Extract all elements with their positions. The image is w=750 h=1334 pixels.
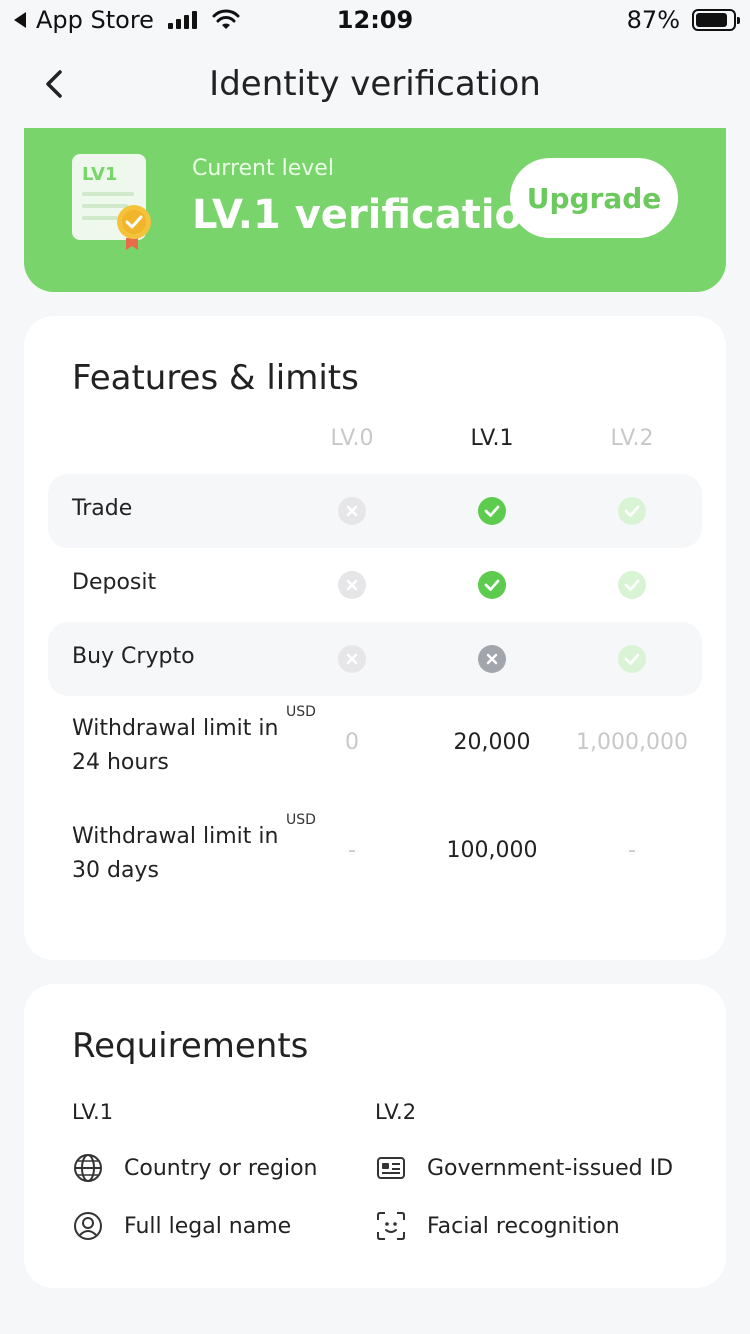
limit-value-lv2: - (628, 838, 636, 863)
user-circle-icon (74, 1212, 102, 1240)
current-level-label: Current level (192, 156, 334, 181)
upgrade-button[interactable]: Upgrade (510, 158, 678, 238)
cross-circle-icon (338, 571, 366, 599)
page-title: Identity verification (209, 64, 541, 104)
feature-cell-lv0 (282, 474, 422, 548)
features-title: Features & limits (72, 358, 359, 398)
requirements-title: Requirements (72, 1026, 309, 1066)
requirements-lv1-heading: LV.1 (72, 1100, 114, 1124)
badge-text: LV1 (82, 164, 117, 185)
feature-cell-lv2 (562, 622, 702, 696)
limit-row-24h: Withdrawal limit in 24 hours USD 0 20,00… (48, 704, 702, 792)
limit-row-30d: Withdrawal limit in 30 days USD - 100,00… (48, 812, 702, 900)
requirements-lv2-heading: LV.2 (375, 1100, 417, 1124)
requirement-name: Full legal name (72, 1210, 291, 1242)
feature-row: Trade (48, 474, 702, 548)
cross-circle-icon (338, 497, 366, 525)
limit-value-lv0: - (348, 838, 356, 863)
feature-cell-lv1 (422, 622, 562, 696)
limit-value-lv2: 1,000,000 (576, 730, 688, 755)
current-level-card: LV1 Current level LV.1 verification Upgr… (24, 128, 726, 292)
level-certificate-icon: LV1 (72, 154, 151, 250)
requirement-label: Government-issued ID (427, 1155, 674, 1181)
feature-label: Deposit (72, 570, 157, 595)
limit-value-lv1: 100,000 (446, 838, 538, 863)
feature-cell-lv0 (282, 548, 422, 622)
battery-icon (692, 9, 740, 31)
check-circle-icon (618, 497, 646, 525)
feature-label: Trade (72, 496, 133, 521)
feature-cell-lv0 (282, 622, 422, 696)
limit-unit: USD (286, 704, 316, 720)
feature-cell-lv1 (422, 474, 562, 548)
column-header-lv2: LV.2 (610, 426, 654, 451)
limit-value-lv0: 0 (345, 730, 359, 755)
limit-label: Withdrawal limit in 24 hours (72, 716, 279, 775)
requirement-label: Full legal name (124, 1213, 292, 1239)
feature-cell-lv1 (422, 548, 562, 622)
requirement-country: Country or region (72, 1152, 317, 1184)
check-circle-icon (618, 571, 646, 599)
feature-cell-lv2 (562, 474, 702, 548)
globe-icon (74, 1154, 102, 1182)
id-card-icon (377, 1157, 405, 1179)
current-level-value: LV.1 verification (192, 192, 551, 238)
check-circle-icon (478, 571, 506, 599)
feature-cell-lv2 (562, 548, 702, 622)
face-scan-icon (377, 1212, 405, 1240)
requirement-label: Facial recognition (427, 1213, 620, 1239)
status-bar: App Store 12:09 87% (0, 0, 750, 40)
check-circle-icon (618, 645, 646, 673)
cross-circle-icon (338, 645, 366, 673)
feature-label: Buy Crypto (72, 644, 195, 669)
cross-circle-icon (478, 645, 506, 673)
column-header-lv1: LV.1 (470, 426, 514, 451)
requirement-government-id: Government-issued ID (375, 1152, 673, 1184)
status-right: 87% (626, 6, 740, 34)
limit-label: Withdrawal limit in 30 days (72, 824, 279, 883)
requirement-label: Country or region (124, 1155, 318, 1181)
battery-fill (696, 13, 728, 27)
nav-bar: Identity verification (0, 50, 750, 120)
feature-row: Deposit (48, 548, 702, 622)
check-circle-icon (478, 497, 506, 525)
column-header-lv0: LV.0 (330, 426, 374, 451)
battery-percent: 87% (626, 6, 680, 34)
limit-value-lv1: 20,000 (453, 730, 531, 755)
requirement-facial-recognition: Facial recognition (375, 1210, 620, 1242)
limit-unit: USD (286, 812, 316, 828)
features-card: Features & limits LV.0 LV.1 LV.2 Trade De… (24, 316, 726, 960)
requirements-card: Requirements LV.1 LV.2 Country or region… (24, 984, 726, 1288)
feature-row: Buy Crypto (48, 622, 702, 696)
